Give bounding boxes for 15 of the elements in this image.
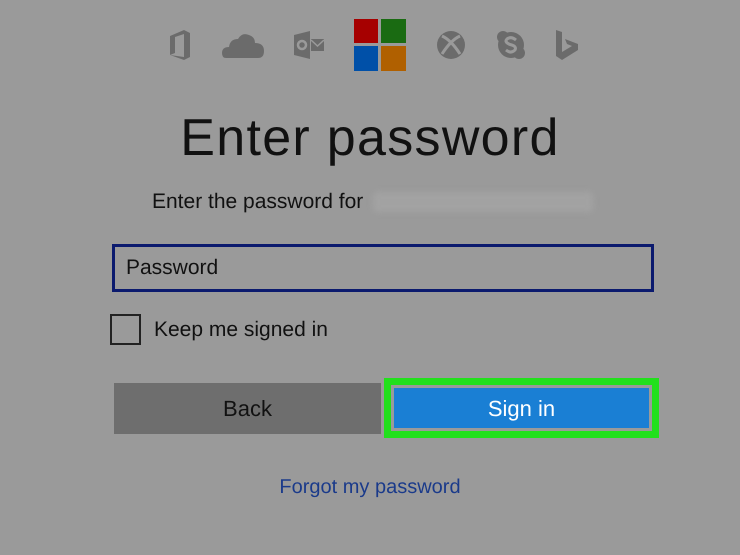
cloud-icon (222, 32, 264, 58)
skype-icon (496, 30, 526, 60)
xbox-icon (436, 30, 466, 60)
page-title: Enter password (180, 108, 560, 169)
sign-in-button[interactable]: Sign in (394, 388, 649, 428)
checkbox[interactable] (110, 314, 141, 345)
back-button[interactable]: Back (114, 382, 381, 434)
bing-icon (556, 30, 580, 60)
mail-envelope-icon (294, 30, 324, 60)
prompt-text: Enter the password for (152, 189, 364, 215)
password-field[interactable]: Password (112, 244, 654, 292)
forgot-password-link[interactable]: Forgot my password (279, 472, 461, 502)
office-icon (168, 30, 192, 60)
checkbox-label: Keep me signed in (154, 316, 328, 342)
windows-logo-icon (354, 19, 406, 71)
